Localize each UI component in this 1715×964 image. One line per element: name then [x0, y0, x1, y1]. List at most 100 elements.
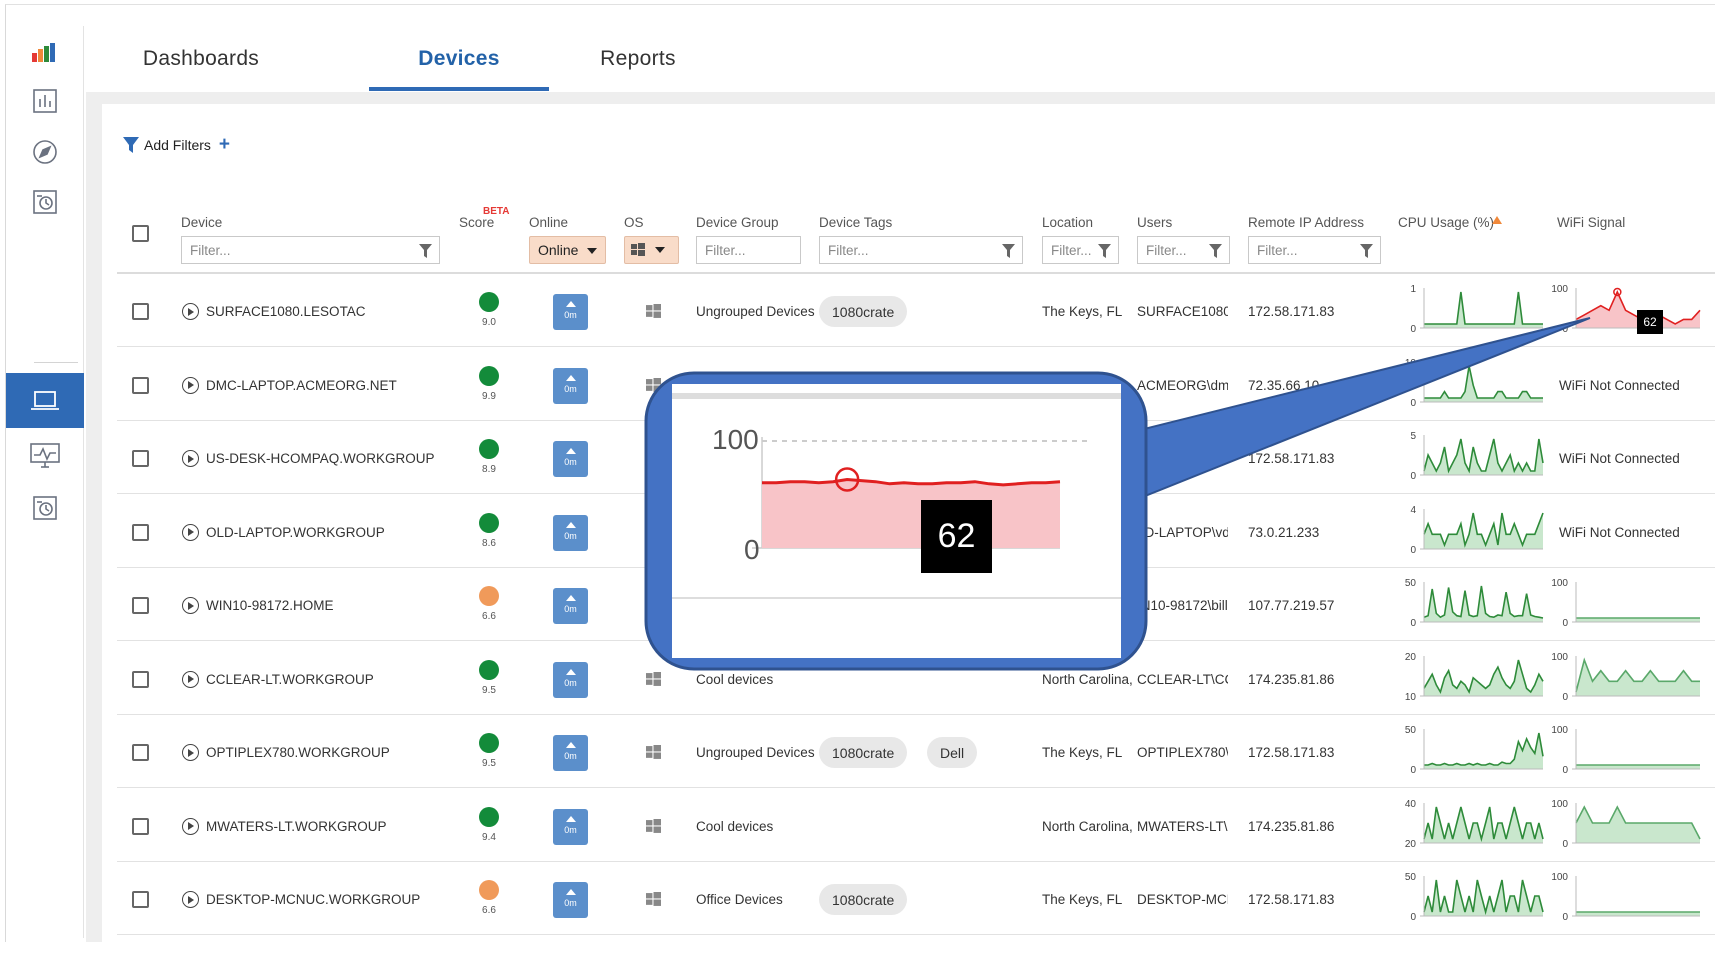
table-row[interactable]: SURFACE1080.LESOTAC 9.0 0m Ungrouped Device…: [117, 274, 1715, 347]
row-checkbox[interactable]: [132, 670, 149, 688]
expand-play-icon[interactable]: [182, 303, 199, 320]
expand-play-icon[interactable]: [182, 891, 199, 908]
column-header-wifi[interactable]: WiFi Signal: [1557, 215, 1625, 230]
device-group: Cool devices: [696, 671, 774, 687]
column-header-os[interactable]: OS: [624, 215, 644, 230]
row-checkbox[interactable]: [132, 376, 149, 394]
wifi-signal-sparkline[interactable]: 100 0: [1551, 795, 1702, 856]
device-tag[interactable]: 1080crate: [819, 737, 908, 768]
row-checkbox[interactable]: [132, 450, 149, 467]
column-header-device[interactable]: Device: [181, 215, 222, 230]
filter-funnel-icon[interactable]: [1098, 244, 1111, 258]
location: The Keys, FL: [1042, 745, 1123, 760]
tab-reports[interactable]: Reports: [553, 26, 723, 92]
filter-funnel-icon[interactable]: [1360, 244, 1373, 258]
cpu-usage-sparkline[interactable]: 10: [1400, 280, 1545, 341]
filter-funnel-icon[interactable]: [1209, 244, 1222, 258]
device-name[interactable]: OLD-LAPTOP.WORKGROUP: [206, 525, 385, 540]
expand-play-icon[interactable]: [182, 744, 199, 761]
sidebar-compass-icon[interactable]: [6, 125, 84, 179]
device-tag[interactable]: 1080crate: [819, 884, 908, 915]
filter-funnel-icon[interactable]: [1002, 244, 1015, 258]
row-checkbox[interactable]: [132, 891, 149, 908]
wifi-signal-sparkline[interactable]: 100 0: [1551, 280, 1702, 341]
cpu-usage-sparkline[interactable]: 40 20: [1400, 795, 1545, 856]
row-checkbox[interactable]: [132, 303, 149, 320]
location-filter-input[interactable]: Filter...: [1042, 236, 1119, 264]
column-header-users[interactable]: Users: [1137, 215, 1172, 230]
expand-play-icon[interactable]: [182, 376, 199, 394]
device-tag[interactable]: Dell: [927, 737, 978, 768]
device-tag[interactable]: 1080crate: [819, 296, 908, 327]
expand-play-icon[interactable]: [182, 450, 199, 467]
cpu-usage-sparkline[interactable]: 20 10: [1400, 648, 1545, 709]
online-uptime-badge[interactable]: 0m: [553, 441, 588, 477]
online-uptime-badge[interactable]: 0m: [553, 367, 588, 404]
row-checkbox[interactable]: [132, 744, 149, 761]
row-checkbox[interactable]: [132, 597, 149, 614]
device-name[interactable]: DESKTOP-MCNUC.WORKGROUP: [206, 892, 420, 907]
wifi-signal-sparkline[interactable]: 100 0: [1551, 574, 1702, 635]
device-name[interactable]: DMC-LAPTOP.ACMEORG.NET: [206, 378, 397, 393]
sidebar-devices-icon[interactable]: [6, 373, 84, 428]
table-row[interactable]: MWATERS-LT.WORKGROUP 9.4 0m Cool devices Nor…: [117, 789, 1715, 862]
online-uptime-badge[interactable]: 0m: [553, 882, 588, 918]
device-filter-input[interactable]: Filter...: [181, 236, 440, 264]
users-filter-input[interactable]: Filter...: [1137, 236, 1230, 264]
cpu-usage-sparkline[interactable]: 50 0: [1400, 721, 1545, 782]
device-name[interactable]: WIN10-98172.HOME: [206, 598, 334, 613]
device-name[interactable]: SURFACE1080.LESOTAC: [206, 304, 366, 319]
column-header-remote-ip[interactable]: Remote IP Address: [1248, 215, 1364, 230]
table-row[interactable]: OPTIPLEX780.WORKGROUP 9.5 0m Ungrouped Devi…: [117, 715, 1715, 788]
cpu-usage-sparkline[interactable]: 50 0: [1400, 868, 1545, 929]
online-uptime-badge[interactable]: 0m: [553, 661, 588, 698]
os-filter-dropdown[interactable]: [624, 236, 679, 264]
wifi-signal-sparkline[interactable]: 100 0: [1551, 721, 1702, 782]
online-uptime-badge[interactable]: 0m: [553, 588, 588, 624]
cpu-usage-sparkline[interactable]: 40: [1400, 501, 1545, 562]
device-name[interactable]: OPTIPLEX780.WORKGROUP: [206, 745, 390, 760]
cpu-usage-sparkline[interactable]: 50: [1400, 427, 1545, 488]
column-header-location[interactable]: Location: [1042, 215, 1093, 230]
sidebar-dashboards-icon[interactable]: [6, 74, 84, 128]
row-checkbox[interactable]: [132, 523, 149, 541]
expand-play-icon[interactable]: [182, 597, 199, 614]
row-checkbox[interactable]: [132, 817, 149, 835]
sidebar-history-icon[interactable]: [6, 481, 84, 535]
sidebar-monitor-pulse-icon[interactable]: [6, 429, 84, 483]
remote-ip-filter-input[interactable]: Filter...: [1248, 236, 1381, 264]
select-all-checkbox[interactable]: [132, 225, 149, 242]
device-tags-filter-input[interactable]: Filter...: [819, 236, 1023, 264]
wifi-signal-sparkline[interactable]: 100 0: [1551, 868, 1702, 929]
expand-play-icon[interactable]: [182, 670, 199, 688]
tab-devices[interactable]: Devices: [369, 26, 549, 92]
table-row[interactable]: DESKTOP-MCNUC.WORKGROUP 6.6 0m Office Devic…: [117, 862, 1715, 935]
online-uptime-badge[interactable]: 0m: [553, 294, 588, 330]
expand-play-icon[interactable]: [182, 523, 199, 541]
online-filter-dropdown[interactable]: Online: [529, 236, 606, 264]
column-header-device-tags[interactable]: Device Tags: [819, 215, 892, 230]
tab-dashboards[interactable]: Dashboards: [116, 26, 286, 92]
online-uptime-badge[interactable]: 0m: [553, 735, 588, 771]
online-uptime-badge[interactable]: 0m: [553, 514, 588, 551]
column-header-online[interactable]: Online: [529, 215, 568, 230]
device-name[interactable]: CCLEAR-LT.WORKGROUP: [206, 672, 374, 687]
expand-play-icon[interactable]: [182, 817, 199, 835]
online-uptime-badge[interactable]: 0m: [553, 808, 588, 845]
app-logo-icon[interactable]: [6, 26, 84, 80]
sparkline-line: [1423, 512, 1544, 548]
device-name[interactable]: US-DESK-HCOMPAQ.WORKGROUP: [206, 451, 435, 466]
cpu-usage-sparkline[interactable]: 10 0: [1400, 354, 1545, 415]
column-header-cpu[interactable]: CPU Usage (%): [1398, 215, 1494, 230]
zoom-axis-max: 100: [712, 424, 759, 455]
sidebar-history-icon[interactable]: [6, 175, 84, 229]
add-filters-button[interactable]: Add Filters +: [122, 135, 230, 154]
sort-ascending-icon[interactable]: [1492, 216, 1502, 224]
cpu-usage-sparkline[interactable]: 50 0: [1400, 574, 1545, 635]
device-group-filter-input[interactable]: Filter...: [696, 236, 801, 264]
filter-funnel-icon[interactable]: [419, 244, 432, 258]
device-name[interactable]: MWATERS-LT.WORKGROUP: [206, 819, 387, 834]
column-header-device-group[interactable]: Device Group: [696, 215, 779, 230]
wifi-signal-sparkline[interactable]: 100 0: [1551, 648, 1702, 709]
column-header-score[interactable]: Score: [459, 215, 494, 230]
